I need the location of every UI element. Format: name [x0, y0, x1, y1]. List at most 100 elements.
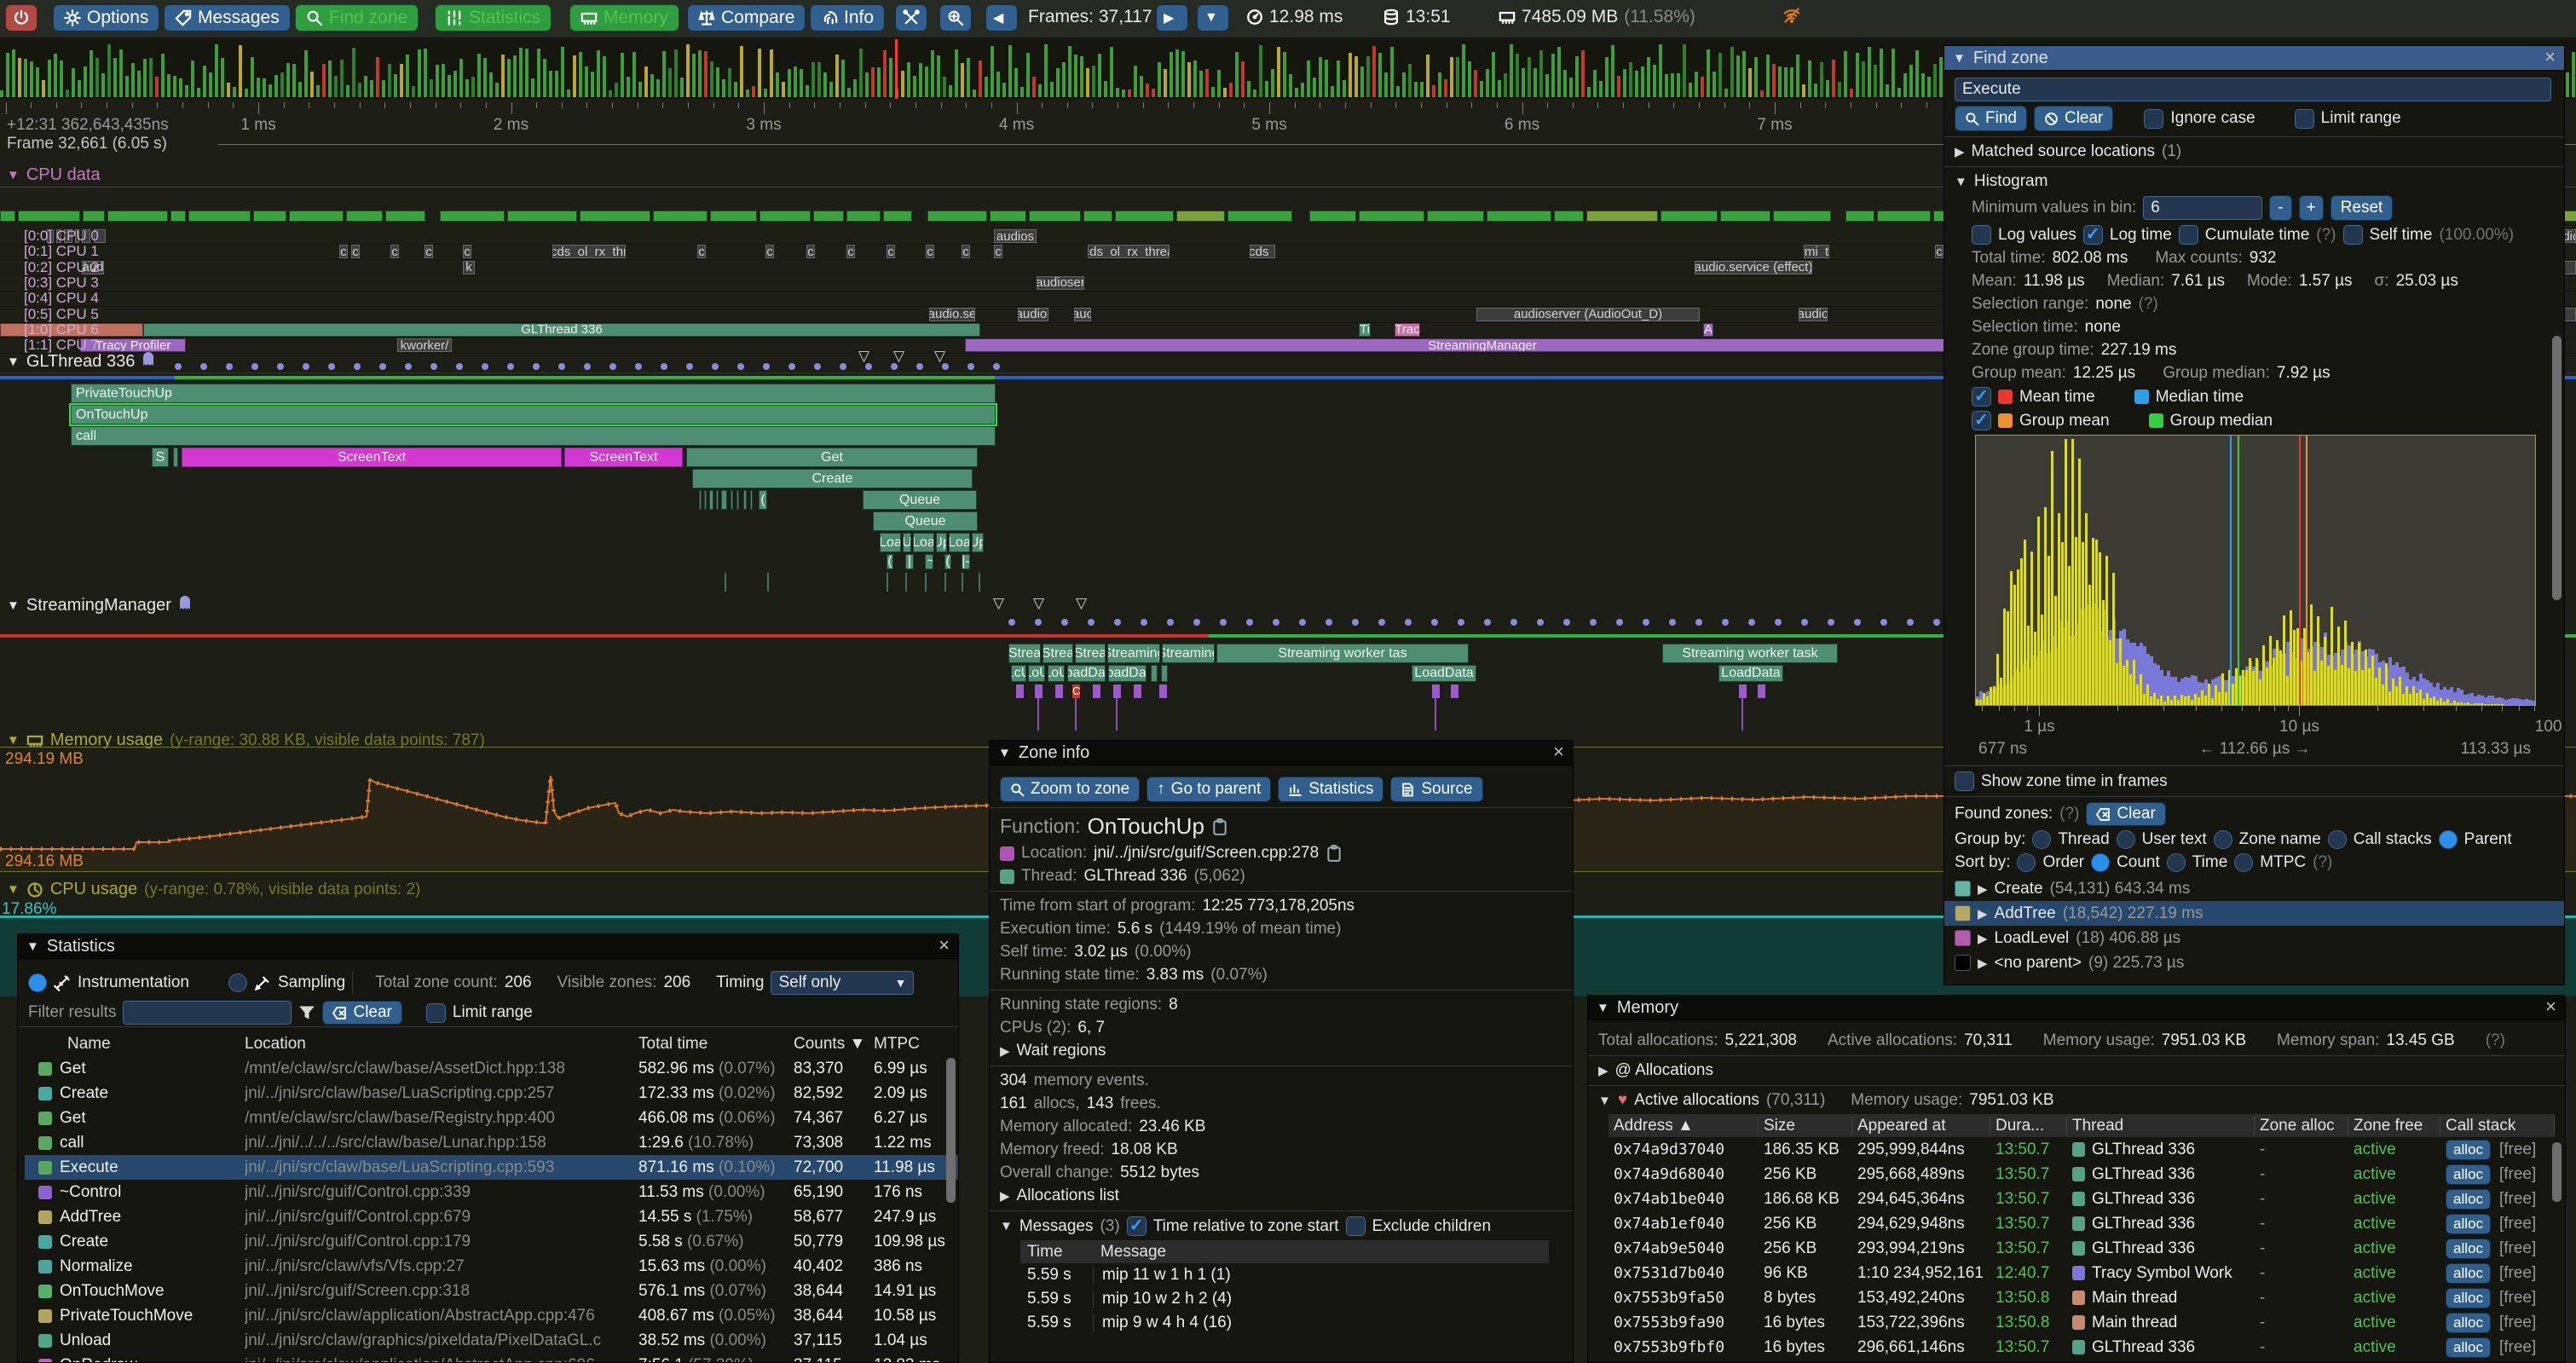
cpu-zone[interactable]: c — [463, 245, 471, 258]
streaming-mark[interactable] — [1159, 684, 1167, 698]
collapse-icon[interactable]: ▼ — [1598, 1094, 1611, 1108]
sample-dot[interactable] — [993, 363, 1000, 370]
column-header[interactable]: Total time — [638, 1035, 794, 1054]
sample-dot[interactable] — [303, 363, 309, 370]
cpu-zone[interactable]: kworker/ — [397, 338, 452, 352]
close-icon[interactable]: × — [2545, 996, 2556, 1018]
streaming-zone[interactable]: LoadDaU — [1067, 665, 1106, 682]
expand-icon[interactable]: ▶ — [1000, 1043, 1010, 1059]
exclude-children-checkbox[interactable] — [1346, 1216, 1366, 1236]
streaming-mark[interactable] — [1035, 684, 1043, 698]
sample-dot[interactable] — [1167, 619, 1174, 626]
frame-marker-icon[interactable]: ▽ — [858, 348, 869, 365]
sample-dot[interactable] — [661, 363, 667, 370]
sample-dot[interactable] — [1880, 619, 1887, 626]
sample-dot[interactable] — [1775, 619, 1782, 626]
sample-dot[interactable] — [1643, 619, 1649, 626]
streaming-mark[interactable] — [1093, 684, 1100, 698]
sample-dot[interactable] — [1299, 619, 1306, 626]
cpu-zone[interactable]: Ti — [1359, 323, 1371, 337]
zoom-button[interactable] — [939, 4, 972, 32]
close-icon[interactable]: × — [2544, 46, 2556, 68]
streaming-zone[interactable]: LoadData — [1718, 665, 1783, 682]
sample-dot[interactable] — [1933, 619, 1940, 626]
cpu-zone[interactable]: c — [1935, 245, 1944, 258]
sample-dot[interactable] — [482, 363, 488, 370]
allocation-row[interactable]: 0x74a9d68040256 KB295,668,489ns13:50.7GL… — [1609, 1162, 2555, 1187]
group-checkbox[interactable] — [1972, 411, 1991, 430]
zone-statistics-button[interactable]: Statistics — [1278, 777, 1383, 802]
find-zone-search-input[interactable] — [1955, 78, 2551, 101]
min-bin-input[interactable]: 6 — [2143, 196, 2262, 220]
cpu-zone[interactable]: GLThread 336 — [143, 323, 980, 337]
glthread-zone[interactable]: ScreenText — [564, 448, 683, 467]
streaming-zone[interactable]: Streaming worker tas — [1216, 644, 1469, 663]
sample-dot[interactable] — [712, 363, 719, 370]
reset-button[interactable]: Reset — [2331, 195, 2394, 221]
cpu-zone[interactable]: audio.se — [929, 308, 975, 321]
streaming-zone[interactable]: Strea — [1008, 644, 1041, 663]
glthread-zone[interactable] — [736, 490, 739, 510]
expand-icon[interactable]: ▶ — [1978, 906, 1988, 921]
expand-icon[interactable]: ▶ — [1978, 956, 1988, 971]
cpu-zone[interactable]: StreamingManager — [965, 338, 2000, 352]
streaming-zone[interactable]: LoadDaU — [1108, 665, 1146, 682]
frame-marker-icon[interactable]: ▽ — [934, 348, 945, 365]
zoom-to-zone-button[interactable]: Zoom to zone — [1000, 777, 1140, 802]
glthread-zone[interactable] — [731, 490, 733, 510]
sample-dot[interactable] — [1590, 619, 1597, 626]
sample-dot[interactable] — [1035, 619, 1042, 626]
message-row[interactable]: 5.59 smip 10 w 2 h 2 (4) — [1020, 1287, 1549, 1311]
found-zone-group[interactable]: ▶<no parent>(9) 225.73 µs — [1944, 950, 2564, 975]
streaming-mark[interactable]: C — [1072, 684, 1080, 698]
glthread-zone[interactable]: ( — [759, 490, 767, 510]
cpu-usage-header[interactable]: ▼CPU usage(y-range: 0.78%, visible data … — [7, 880, 420, 899]
messages-button[interactable]: Messages — [164, 4, 291, 32]
min-bin-increase-button[interactable]: + — [2299, 195, 2324, 221]
cpu-zone[interactable]: c — [994, 245, 1002, 258]
sample-dot[interactable] — [916, 363, 923, 370]
find-zone-histogram[interactable] — [1975, 435, 2536, 706]
close-icon[interactable]: × — [939, 934, 950, 956]
glthread-zone[interactable]: PrivateTouchUp — [71, 384, 996, 403]
sample-dot[interactable] — [1748, 619, 1755, 626]
sample-dot[interactable] — [1193, 619, 1200, 626]
sample-dot[interactable] — [379, 363, 386, 370]
sample-dot[interactable] — [1378, 619, 1385, 626]
sample-dot[interactable] — [967, 363, 974, 370]
sample-dot[interactable] — [277, 363, 284, 370]
sample-dot[interactable] — [1246, 619, 1253, 626]
sample-dot[interactable] — [1061, 619, 1068, 626]
radio-time[interactable] — [2167, 853, 2186, 872]
frame-marker-icon[interactable]: ▽ — [993, 595, 1004, 612]
cumulate-time-checkbox[interactable] — [2179, 225, 2198, 245]
cpu-zone[interactable]: c — [846, 245, 855, 258]
collapse-icon[interactable]: ▼ — [1955, 175, 1967, 189]
alloc-button[interactable]: alloc — [2446, 1288, 2491, 1308]
cpu-zone[interactable]: A — [1703, 323, 1713, 337]
limit-range-checkbox[interactable] — [2295, 109, 2314, 129]
clipboard-icon[interactable] — [1326, 845, 1343, 862]
sample-dot[interactable] — [1695, 619, 1702, 626]
cpu-zone[interactable]: c — [697, 245, 706, 258]
compare-button[interactable]: Compare — [687, 4, 806, 32]
cpu-zone[interactable]: k — [463, 261, 475, 274]
cpu-zone[interactable]: c — [339, 245, 348, 258]
mean-median-checkbox[interactable] — [1972, 387, 1991, 407]
glthread-zone[interactable] — [709, 490, 713, 510]
streaming-mark[interactable] — [1451, 684, 1458, 698]
glthread-zone[interactable]: Queue — [873, 511, 978, 531]
cpu-zone[interactable]: c — [926, 245, 934, 258]
table-row[interactable]: PrivateTouchMovejni/../jni/src/claw/appl… — [25, 1303, 958, 1328]
glthread-zone[interactable]: Up — [972, 533, 984, 552]
glthread-zone[interactable] — [699, 490, 702, 510]
glthread-zone[interactable]: ( — [944, 554, 951, 569]
info-button[interactable]: Info — [810, 4, 885, 32]
radio-order[interactable] — [2017, 853, 2036, 872]
allocation-row[interactable]: 0x7553b9fa9016 bytes153,722,396ns13:50.8… — [1609, 1310, 2555, 1335]
found-zone-group[interactable]: ▶LoadLevel(18) 406.88 µs — [1944, 926, 2564, 950]
cpu-zone[interactable]: c — [351, 245, 360, 258]
table-row[interactable]: Createjni/../jni/src/guif/Control.cpp:17… — [25, 1229, 958, 1254]
cpu-zone[interactable]: mi_t — [1804, 245, 1829, 258]
alloc-button[interactable]: alloc — [2446, 1164, 2491, 1185]
